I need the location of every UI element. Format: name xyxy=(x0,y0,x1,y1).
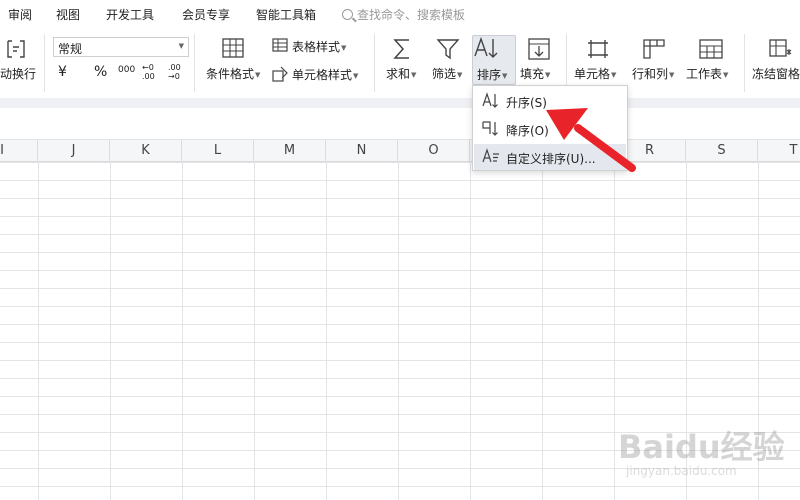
search-placeholder: 查找命令、搜索模板 xyxy=(357,7,466,22)
menu-tab-smart-tools[interactable]: 智能工具箱 xyxy=(256,6,316,23)
formula-bar[interactable] xyxy=(0,108,800,140)
ribbon-divider xyxy=(194,34,195,92)
filter-icon xyxy=(436,39,460,60)
ribbon-divider xyxy=(566,34,567,92)
column-header-t[interactable]: T xyxy=(758,140,800,162)
cell-style-button[interactable]: 单元格样式▼ xyxy=(270,64,366,84)
chevron-down-icon: ▼ xyxy=(178,42,184,50)
grid-column-line xyxy=(182,162,183,500)
sort-descending-icon xyxy=(482,121,498,136)
row-column-button[interactable]: 行和列▼ xyxy=(628,28,682,98)
sum-button[interactable]: 求和▼ xyxy=(380,28,424,98)
worksheet-button[interactable]: 工作表▼ xyxy=(684,28,740,98)
menu-tab-view[interactable]: 视图 xyxy=(56,6,80,23)
sort-button[interactable]: 排序▼ xyxy=(472,35,516,85)
command-search[interactable]: 查找命令、搜索模板 xyxy=(342,5,465,23)
column-header-m[interactable]: M xyxy=(254,140,326,162)
filter-button[interactable]: 筛选▼ xyxy=(426,28,470,98)
menu-tab-member[interactable]: 会员专享 xyxy=(182,6,230,23)
column-header-s[interactable]: S xyxy=(686,140,758,162)
number-format-value: 常规 xyxy=(58,42,83,56)
column-header-o[interactable]: O xyxy=(398,140,470,162)
sort-ascending-icon xyxy=(482,92,498,108)
baidu-watermark: Baidu经验 jingyan.baidu.com xyxy=(612,410,785,490)
row-column-label: 行和列▼ xyxy=(632,67,675,81)
filter-label: 筛选▼ xyxy=(432,67,463,81)
sort-label: 排序▼ xyxy=(477,68,508,82)
grid-column-line xyxy=(254,162,255,500)
sort-icon xyxy=(474,36,498,58)
row-column-icon xyxy=(643,39,665,59)
toolbar-separator-band xyxy=(0,98,800,108)
grid-column-line xyxy=(326,162,327,500)
column-header-k[interactable]: K xyxy=(110,140,182,162)
grid-column-line xyxy=(110,162,111,500)
increase-decimal-button[interactable]: ←0 .00 xyxy=(142,63,162,81)
cell-style-icon xyxy=(272,66,288,82)
grid-column-line xyxy=(542,162,543,500)
decrease-decimal-button[interactable]: .00 →0 xyxy=(168,63,188,81)
column-header-l[interactable]: L xyxy=(182,140,254,162)
table-style-icon xyxy=(272,38,288,52)
column-header-n[interactable]: N xyxy=(326,140,398,162)
wrap-text-icon xyxy=(7,40,25,58)
fill-down-icon xyxy=(528,38,550,60)
currency-button[interactable]: ¥ xyxy=(58,64,67,80)
thousands-separator-button[interactable]: 000 xyxy=(118,65,135,75)
table-style-label: 表格样式▼ xyxy=(292,40,347,54)
custom-sort-icon xyxy=(482,148,499,163)
watermark-text: Baidu经验 xyxy=(618,428,785,466)
conditional-format-button[interactable]: 条件格式▼ xyxy=(200,28,264,98)
cell-style-label: 单元格样式▼ xyxy=(292,68,359,82)
cell-label: 单元格▼ xyxy=(574,67,617,81)
ribbon-toolbar: 动换行 常规 ▼ ¥ % 000 ←0 .00 .00 →0 条件格式▼ 表格样… xyxy=(0,28,800,98)
percent-button[interactable]: % xyxy=(94,64,107,80)
ribbon-divider xyxy=(744,34,745,92)
sum-label: 求和▼ xyxy=(386,67,417,81)
spreadsheet-app: 审阅 视图 开发工具 会员专享 智能工具箱 查找命令、搜索模板 动换行 常规 ▼… xyxy=(0,0,800,500)
wrap-text-label: 动换行 xyxy=(0,67,37,81)
grid-column-line xyxy=(38,162,39,500)
conditional-format-label: 条件格式▼ xyxy=(206,67,261,81)
watermark-url: jingyan.baidu.com xyxy=(626,464,737,478)
search-icon xyxy=(342,8,353,20)
annotation-arrow xyxy=(546,108,636,172)
sigma-icon xyxy=(393,39,409,59)
freeze-panes-label: 冻结窗格 xyxy=(752,67,800,81)
menu-tab-review[interactable]: 审阅 xyxy=(8,6,32,23)
column-header-j[interactable]: J xyxy=(38,140,110,162)
column-header-i[interactable]: I xyxy=(0,140,38,162)
worksheet-label: 工作表▼ xyxy=(686,67,729,81)
menu-bar: 审阅 视图 开发工具 会员专享 智能工具箱 查找命令、搜索模板 xyxy=(0,0,800,28)
menu-tab-developer[interactable]: 开发工具 xyxy=(106,6,154,23)
grid-column-line xyxy=(470,162,471,500)
wrap-text-button[interactable]: 动换行 xyxy=(0,28,44,98)
freeze-panes-button[interactable]: 冻结窗格 xyxy=(748,28,800,98)
cell-icon xyxy=(588,40,608,58)
grid-column-line xyxy=(398,162,399,500)
fill-label: 填充▼ xyxy=(520,67,551,81)
conditional-format-icon xyxy=(222,38,244,58)
ribbon-divider xyxy=(374,34,375,92)
ribbon-divider xyxy=(44,34,45,92)
table-style-button[interactable]: 表格样式▼ xyxy=(270,36,356,56)
worksheet-icon xyxy=(699,39,723,59)
number-format-select[interactable]: 常规 ▼ xyxy=(53,37,189,57)
freeze-panes-icon xyxy=(769,39,792,57)
column-header-row: I J K L M N O P Q R S T xyxy=(0,140,800,162)
